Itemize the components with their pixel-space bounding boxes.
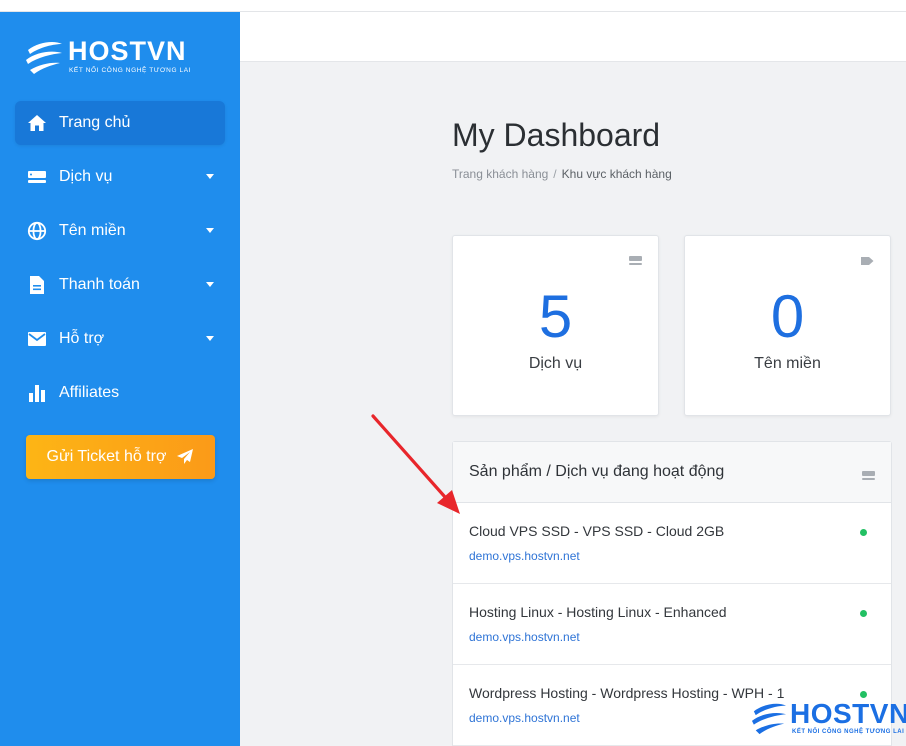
product-domain-link[interactable]: demo.vps.hostvn.net (469, 711, 580, 725)
sidebar-item-label: Thanh toán (59, 276, 140, 293)
product-domain-link[interactable]: demo.vps.hostvn.net (469, 630, 580, 644)
paper-plane-icon (176, 448, 194, 466)
breadcrumb: Trang khách hàng / Khu vực khách hàng (452, 167, 672, 181)
tag-icon (861, 253, 874, 271)
watermark-wordmark: HOSTVN (790, 698, 906, 729)
products-panel-header: Sản phẩm / Dịch vụ đang hoạt động (453, 442, 891, 503)
caret-down-icon (206, 282, 214, 287)
server-icon (26, 166, 48, 188)
send-ticket-label: Gửi Ticket hỗ trợ (46, 448, 167, 465)
status-active-dot (860, 691, 867, 698)
sidebar-nav: Trang chủ Dịch vụ Tên miền Thanh toán Hỗ… (15, 101, 225, 425)
stat-card-domains[interactable]: 0 Tên miền (684, 235, 891, 416)
browser-bookmark-strip (0, 0, 906, 12)
sidebar: HOSTVN KẾT NỐI CÔNG NGHỆ TƯƠNG LAI Trang… (0, 12, 240, 746)
product-domain-link[interactable]: demo.vps.hostvn.net (469, 549, 580, 563)
stat-value: 5 (538, 283, 573, 350)
sidebar-item-label: Tên miền (59, 222, 126, 239)
caret-down-icon (206, 174, 214, 179)
breadcrumb-separator: / (553, 167, 557, 181)
annotation-arrow (371, 414, 460, 514)
status-active-dot (860, 529, 867, 536)
product-name: Cloud VPS SSD - VPS SSD - Cloud 2GB (469, 523, 725, 539)
watermark-logo: HOSTVN KẾT NỐI CÔNG NGHỆ TƯƠNG LAI (750, 698, 906, 746)
document-icon (26, 274, 48, 296)
status-active-dot (860, 610, 867, 617)
sidebar-item-label: Dịch vụ (59, 168, 113, 185)
product-row[interactable]: Hosting Linux - Hosting Linux - Enhanced… (453, 584, 891, 665)
stat-label: Dịch vụ (528, 355, 583, 372)
sidebar-item-thanh-toan[interactable]: Thanh toán (15, 263, 225, 307)
sidebar-item-label: Affiliates (59, 384, 120, 401)
sidebar-item-affiliates[interactable]: Affiliates (15, 371, 225, 415)
page-title: My Dashboard (452, 117, 661, 153)
product-name: Hosting Linux - Hosting Linux - Enhanced (469, 604, 727, 620)
watermark-tagline: KẾT NỐI CÔNG NGHỆ TƯƠNG LAI (792, 729, 905, 735)
sidebar-item-label: Hỗ trợ (59, 330, 105, 347)
server-icon (862, 468, 875, 486)
logo-swoosh-icon (751, 703, 787, 735)
server-icon (629, 253, 642, 271)
send-ticket-button[interactable]: Gửi Ticket hỗ trợ (26, 435, 215, 479)
product-row[interactable]: Cloud VPS SSD - VPS SSD - Cloud 2GB demo… (453, 503, 891, 584)
sidebar-item-dich-vu[interactable]: Dịch vụ (15, 155, 225, 199)
globe-icon (26, 220, 48, 242)
stat-value: 0 (770, 283, 805, 350)
logo-wordmark: HOSTVN (68, 36, 187, 66)
brand-logo[interactable]: HOSTVN KẾT NỐI CÔNG NGHỆ TƯƠNG LAI (24, 36, 204, 92)
sidebar-item-label: Trang chủ (59, 114, 131, 131)
sidebar-item-trang-chu[interactable]: Trang chủ (15, 101, 225, 145)
bar-chart-icon (26, 382, 48, 404)
home-icon (26, 112, 48, 134)
logo-swoosh-icon (26, 42, 62, 74)
caret-down-icon (206, 336, 214, 341)
products-panel-title: Sản phẩm / Dịch vụ đang hoạt động (469, 463, 725, 480)
product-name: Wordpress Hosting - Wordpress Hosting - … (469, 685, 785, 701)
stat-label: Tên miền (754, 355, 821, 372)
sidebar-item-ten-mien[interactable]: Tên miền (15, 209, 225, 253)
logo-tagline: KẾT NỐI CÔNG NGHỆ TƯƠNG LAI (69, 67, 192, 74)
stat-card-services[interactable]: 5 Dịch vụ (452, 235, 659, 416)
caret-down-icon (206, 228, 214, 233)
breadcrumb-link-home[interactable]: Trang khách hàng (452, 167, 548, 181)
sidebar-item-ho-tro[interactable]: Hỗ trợ (15, 317, 225, 361)
envelope-icon (26, 328, 48, 350)
breadcrumb-current: Khu vực khách hàng (561, 167, 672, 181)
top-header-bar (240, 12, 906, 62)
